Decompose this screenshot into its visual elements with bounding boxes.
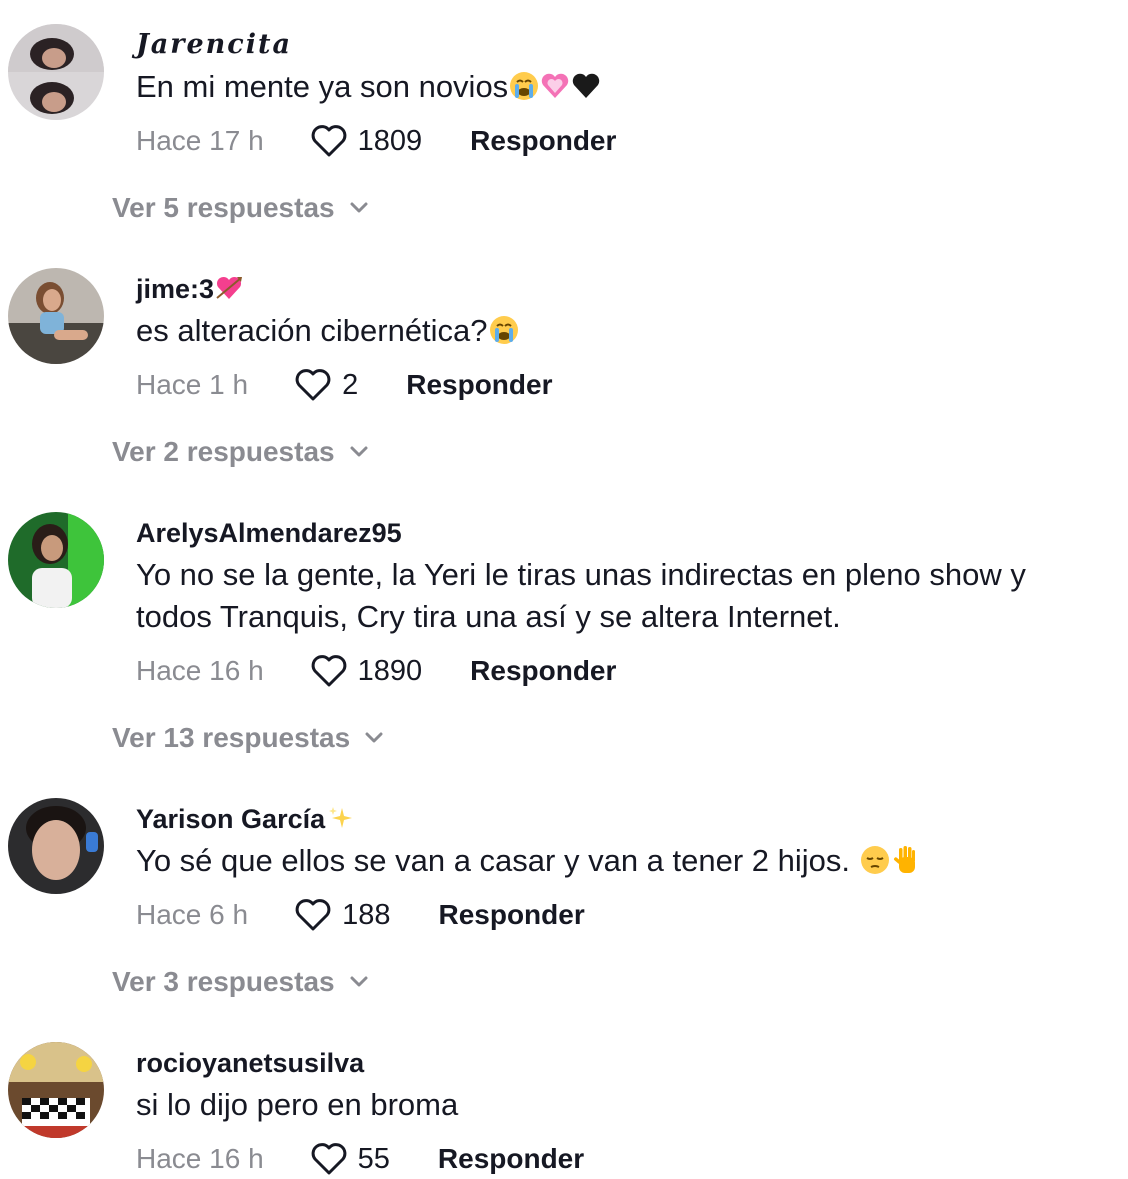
avatar[interactable] (8, 1042, 104, 1138)
comment-meta: Hace 16 h 55 Responder (136, 1139, 584, 1179)
heart-outline-icon[interactable] (310, 1141, 348, 1177)
view-replies-button[interactable]: Ver 3 respuestas (112, 966, 369, 998)
reply-button[interactable]: Responder (438, 899, 584, 931)
comment-username[interactable]: Yarison García (136, 802, 354, 840)
comment-text: Yo no se la gente, la Yeri le tiras unas… (136, 557, 1026, 634)
heart-outline-icon[interactable] (294, 367, 332, 403)
chevron-down-icon (350, 976, 368, 987)
view-replies-label: Ver 2 respuestas (112, 436, 335, 467)
pensive-face-icon (860, 844, 890, 886)
comment-text: es alteración cibernética? (136, 310, 1096, 356)
heart-arrow-icon (215, 274, 243, 310)
comment-meta: Hace 17 h 1809 Responder (136, 121, 616, 161)
username-text: Yarison García (136, 804, 326, 834)
view-replies-button[interactable]: Ver 5 respuestas (112, 192, 369, 224)
chevron-down-icon (365, 732, 383, 743)
black-heart-icon (571, 70, 601, 112)
comment-time: Hace 17 h (136, 125, 264, 156)
avatar[interactable] (8, 24, 104, 120)
like-button[interactable]: 1890 (310, 653, 423, 689)
like-button[interactable]: 188 (294, 897, 390, 933)
username-text: jime:3 (136, 274, 215, 304)
reply-button[interactable]: Responder (470, 125, 616, 157)
chevron-down-icon (350, 446, 368, 457)
sparkles-icon (326, 804, 354, 840)
comment-time: Hace 1 h (136, 369, 249, 400)
pink-heart-icon (540, 70, 570, 112)
comment-text: Yo sé que ellos se van a casar y van a t… (136, 840, 1096, 886)
comment-meta: Hace 16 h 1890 Responder (136, 651, 616, 691)
reply-button[interactable]: Responder (470, 655, 616, 687)
reply-button[interactable]: Responder (438, 1143, 584, 1175)
view-replies-label: Ver 5 respuestas (112, 192, 335, 223)
like-count: 188 (342, 898, 391, 931)
like-button[interactable]: 55 (310, 1141, 390, 1177)
like-count: 2 (342, 368, 359, 401)
comment-username[interactable]: ArelysAlmendarez95 (136, 516, 402, 550)
comment-text: En mi mente ya son novios (136, 66, 1096, 112)
comment-username[interactable]: Jarencita (136, 28, 292, 62)
comment-meta: Hace 6 h 188 Responder (136, 895, 585, 935)
comment-meta: Hace 1 h 2 Responder (136, 365, 552, 405)
comment-username[interactable]: jime:3 (136, 272, 243, 310)
like-button[interactable]: 2 (294, 367, 358, 403)
like-button[interactable]: 1809 (310, 123, 423, 159)
reply-button[interactable]: Responder (406, 369, 552, 401)
comment-text-body: es alteración cibernética? (136, 313, 488, 348)
like-count: 55 (357, 1142, 390, 1175)
view-replies-button[interactable]: Ver 13 respuestas (112, 722, 384, 754)
heart-outline-icon[interactable] (310, 123, 348, 159)
view-replies-label: Ver 3 respuestas (112, 966, 335, 997)
comment-text-body: Yo sé que ellos se van a casar y van a t… (136, 843, 859, 878)
crying-face-icon (509, 70, 539, 112)
heart-outline-icon[interactable] (310, 653, 348, 689)
chevron-down-icon (350, 202, 368, 213)
avatar[interactable] (8, 268, 104, 364)
crying-face-icon (489, 314, 519, 356)
comment-text: si lo dijo pero en broma (136, 1087, 459, 1122)
view-replies-button[interactable]: Ver 2 respuestas (112, 436, 369, 468)
comment-time: Hace 16 h (136, 655, 264, 686)
like-count: 1890 (357, 654, 423, 687)
comment-time: Hace 16 h (136, 1143, 264, 1174)
view-replies-label: Ver 13 respuestas (112, 722, 351, 753)
raised-hand-icon (891, 844, 921, 886)
comment-text-body: En mi mente ya son novios (136, 69, 509, 104)
heart-outline-icon[interactable] (294, 897, 332, 933)
avatar[interactable] (8, 798, 104, 894)
avatar[interactable] (8, 512, 104, 608)
comment-username[interactable]: rocioyanetsusilva (136, 1046, 364, 1080)
like-count: 1809 (357, 124, 423, 157)
comment-time: Hace 6 h (136, 899, 249, 930)
